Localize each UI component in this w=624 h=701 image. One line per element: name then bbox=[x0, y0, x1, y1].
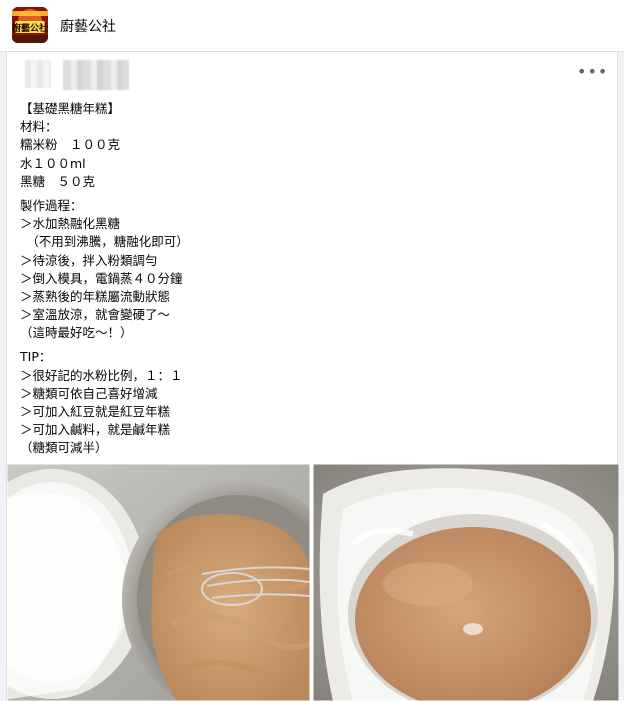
post-line: ＞可加入鹹料，就是鹹年糕 bbox=[20, 422, 171, 438]
author-avatar[interactable] bbox=[25, 60, 51, 88]
group-logo-image: 廚藝公社 bbox=[12, 7, 48, 43]
batter-mixing-photo[interactable] bbox=[7, 464, 310, 701]
post-line: ＞可加入紅豆就是紅豆年糕 bbox=[20, 404, 171, 419]
post-line: 黑糖 ５０克 bbox=[20, 173, 96, 189]
photo-grid bbox=[7, 464, 619, 701]
post-line: 水１００ml bbox=[20, 155, 86, 171]
group-name[interactable]: 廚藝公社 bbox=[60, 16, 116, 36]
post-text: 【基礎黑糖年糕】 材料： 糯米粉 １００克 水１００ml 黑糖 ５０克 製作過程… bbox=[20, 100, 610, 458]
group-logo[interactable]: 廚藝公社 bbox=[12, 7, 48, 43]
post-line: ＞糖類可依自己喜好增減 bbox=[20, 385, 158, 401]
post-line: ＞蒸熟後的年糕屬流動狀態 bbox=[20, 288, 171, 304]
post-card: ••• 【基礎黑糖年糕】 材料： 糯米粉 １００克 水１００ml 黑糖 ５０克 … bbox=[6, 52, 619, 701]
post-line: （糖類可減半） bbox=[20, 440, 108, 456]
post-line: ＞室溫放涼，就會變硬了～ bbox=[20, 307, 171, 323]
post-line: ＞很好記的水粉比例，１：１ bbox=[20, 367, 183, 383]
post-line: ＞待涼後，拌入粉類調勻 bbox=[20, 252, 158, 268]
author-name[interactable] bbox=[63, 60, 129, 90]
group-header: 廚藝公社 廚藝公社 bbox=[0, 0, 624, 52]
post-line: 材料： bbox=[20, 119, 58, 135]
more-options-icon[interactable]: ••• bbox=[577, 64, 607, 80]
post-line: 製作過程： bbox=[20, 197, 83, 213]
steamed-cake-photo[interactable] bbox=[313, 464, 619, 701]
post-line: 【基礎黑糖年糕】 bbox=[20, 101, 121, 116]
post-line: （這時最好吃～！） bbox=[20, 325, 133, 341]
batter-mixing-image bbox=[7, 464, 310, 701]
post-line: ＞倒入模具，電鍋蒸４０分鐘 bbox=[20, 270, 183, 286]
post-line: ＞水加熱融化黑糖 bbox=[20, 216, 121, 232]
steamed-cake-image bbox=[313, 464, 619, 701]
post-line: TIP： bbox=[20, 349, 52, 365]
svg-text:廚藝公社: 廚藝公社 bbox=[12, 22, 48, 34]
post-line: 糯米粉 １００克 bbox=[20, 137, 121, 153]
post-line: （不用到沸騰，糖融化即可） bbox=[20, 234, 189, 250]
